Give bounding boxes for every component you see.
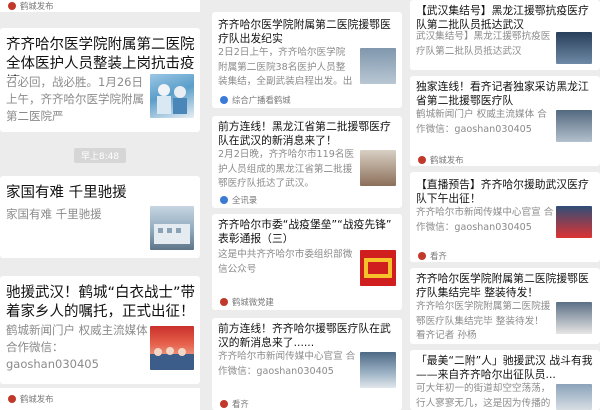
source-label: 看齐 (220, 398, 249, 410)
article-card[interactable]: 「最美“二附”人」驰援武汉 战斗有我——来自齐齐哈尔出征队员... 可大年初一的… (410, 350, 600, 410)
article-card[interactable]: 前方连线！黑龙江省第二批援鄂医疗队在武汉的新消息来了！ 2月2日晚，齐齐哈尔市1… (212, 116, 402, 208)
source-label: 鹤城微党建 (220, 296, 274, 308)
article-thumbnail (360, 352, 396, 388)
article-title: 齐齐哈尔医学院附属第二医院援鄂医疗队出发纪实 (218, 18, 391, 45)
hospital-image (154, 224, 190, 244)
article-title: 齐齐哈尔市委“战疫堡垒”“战疫先锋” 表彰通报（三） (218, 218, 392, 245)
award-banner-image (364, 258, 392, 278)
article-card[interactable]: 齐齐哈尔市委“战疫堡垒”“战疫先锋” 表彰通报（三） 这是中共齐齐哈尔市委组织部… (212, 214, 402, 310)
feed-column-right: 【武汉集结号】黑龙江援鄂抗疫医疗队第二批队员抵达武汉 武汉集结号】黑龙江援鄂抗疫… (410, 0, 600, 410)
article-summary: 齐齐哈尔市新闻传媒中心官宣 合作微信：gaoshan030405 (218, 351, 356, 377)
article-card[interactable]: 齐齐哈尔医学院附属第二医院援鄂医疗队出发纪实 2日2日上午，齐齐哈尔医学院附属第… (212, 12, 402, 108)
source-label: 综合广播看鹤城 (220, 94, 291, 106)
article-card[interactable]: 家国有难 千里驰援 家国有难 千里驰援 (0, 176, 200, 258)
article-card[interactable]: 独家连线！看齐记者独家采访黑龙江省第二批援鄂医疗队 鹤城新闻门户 权威主流媒体 … (410, 76, 600, 166)
article-thumbnail (150, 326, 194, 370)
source-avatar-icon (220, 96, 228, 104)
article-thumbnail (556, 110, 592, 142)
article-summary: 这是中共齐齐哈尔市委组织部微信公众号 (218, 249, 353, 275)
source-avatar-icon (220, 298, 228, 306)
article-card[interactable]: 驰援武汉！鹤城“白衣战士”带着家乡人的嘱托，正式出征！ 鹤城新闻门户 权威主流媒… (0, 276, 200, 384)
source-label: 全讯录 (220, 194, 257, 206)
timestamp-divider: 早上8:48 (0, 148, 200, 163)
source-avatar-icon (220, 196, 228, 204)
article-thumbnail (360, 150, 396, 186)
article-summary: 家国有难 千里驰援 (6, 207, 102, 221)
article-title: 家国有难 千里驰援 (6, 185, 127, 201)
article-title: 前方连线！黑龙江省第二批援鄂医疗队在武汉的新消息来了！ (218, 120, 391, 147)
article-title: 齐齐哈尔医学院附属第二医院援鄂医疗队集结完毕 整装待发！ (416, 272, 589, 299)
source-avatar-icon (8, 2, 16, 10)
source-label: 鹤城发布 (418, 154, 464, 166)
article-summary: 召必回，战必胜。1月26日上午，齐齐哈尔医学院附属第二医院严 (6, 75, 144, 123)
source-avatar-icon (418, 156, 426, 164)
article-card[interactable]: 【武汉集结号】黑龙江援鄂抗疫医疗队第二批队员抵达武汉 武汉集结号】黑龙江援鄂抗疫… (410, 0, 600, 70)
article-title: 齐齐哈尔医学院附属第二医院全体医护人员整装上岗抗击疫情 (6, 37, 195, 76)
article-thumbnail (360, 250, 396, 286)
source-label: 看齐 (418, 250, 447, 262)
article-summary: 鹤城新闻门户 权威主流媒体 合作微信：gaoshan030405 (416, 109, 547, 135)
article-title: 【直播预告】齐齐哈尔援助武汉医疗队下午出征！ (416, 178, 589, 205)
article-thumbnail (556, 302, 592, 334)
article-card[interactable]: 齐齐哈尔医学院附属第二医院全体医护人员整装上岗抗击疫情 召必回，战必胜。1月26… (0, 28, 200, 132)
article-title: 驰援武汉！鹤城“白衣战士”带着家乡人的嘱托，正式出征！ (6, 285, 196, 320)
source-label: 鹤城发布 (8, 393, 54, 405)
article-summary: 齐齐哈尔市新闻传媒中心官宣 合作微信：gaoshan030405 (416, 207, 554, 233)
article-thumbnail (150, 206, 194, 250)
source-label: 鹤城发布 (8, 0, 54, 12)
article-thumbnail (556, 32, 592, 64)
feed-column-left: 鹤城发布 齐齐哈尔医学院附属第二医院全体医护人员整装上岗抗击疫情 召必回，战必胜… (0, 0, 200, 410)
medical-staff-image (157, 84, 187, 114)
article-summary: 齐齐哈尔医学院附属第二医院援鄂医疗队集结完毕 整装待发！ 看齐记者 孙杨 (416, 301, 551, 341)
article-title: 【武汉集结号】黑龙江援鄂抗疫医疗队第二批队员抵达武汉 (416, 4, 589, 31)
article-thumbnail (556, 206, 592, 238)
article-title: 前方连线！齐齐哈尔援鄂医疗队在武汉的新消息来了...... (218, 322, 391, 349)
article-summary: 武汉集结号】黑龙江援鄂抗疫医疗队第二批队员抵达武汉 (416, 31, 551, 57)
source-strip[interactable]: 鹤城发布 (0, 388, 200, 410)
source-avatar-icon (8, 395, 16, 403)
article-summary: 2月2日晚，齐齐哈尔市119名医护人员组成的黑龙江省第二批援鄂医疗队抵达了武汉。 (218, 149, 355, 189)
article-summary: 鹤城新闻门户 权威主流媒体 合作微信：gaoshan030405 (6, 323, 148, 371)
article-card[interactable]: 【直播预告】齐齐哈尔援助武汉医疗队下午出征！ 齐齐哈尔市新闻传媒中心官宣 合作微… (410, 172, 600, 262)
article-title: 独家连线！看齐记者独家采访黑龙江省第二批援鄂医疗队 (416, 80, 589, 107)
article-thumbnail (556, 384, 592, 410)
crowd-image (150, 347, 194, 370)
article-thumbnail (360, 48, 396, 84)
article-card[interactable]: 齐齐哈尔医学院附属第二医院援鄂医疗队集结完毕 整装待发！ 齐齐哈尔医学院附属第二… (410, 268, 600, 344)
article-title: 「最美“二附”人」驰援武汉 战斗有我——来自齐齐哈尔出征队员... (416, 354, 593, 381)
source-strip[interactable]: 鹤城发布 (0, 0, 200, 12)
feed-column-middle: 齐齐哈尔医学院附属第二医院援鄂医疗队出发纪实 2日2日上午，齐齐哈尔医学院附属第… (212, 0, 402, 410)
article-summary: 2日2日上午，齐齐哈尔医学院附属第二医院38名医护人员整装集结，全副武装启程出发… (218, 47, 353, 87)
source-avatar-icon (418, 252, 426, 260)
article-thumbnail (150, 74, 194, 118)
source-avatar-icon (220, 400, 228, 408)
article-summary: 可大年初一的街道却空空荡荡，行人寥寥无几，这是因为传播的面积生在着如何 (416, 383, 551, 409)
article-card[interactable]: 前方连线！齐齐哈尔援鄂医疗队在武汉的新消息来了...... 齐齐哈尔市新闻传媒中… (212, 318, 402, 410)
